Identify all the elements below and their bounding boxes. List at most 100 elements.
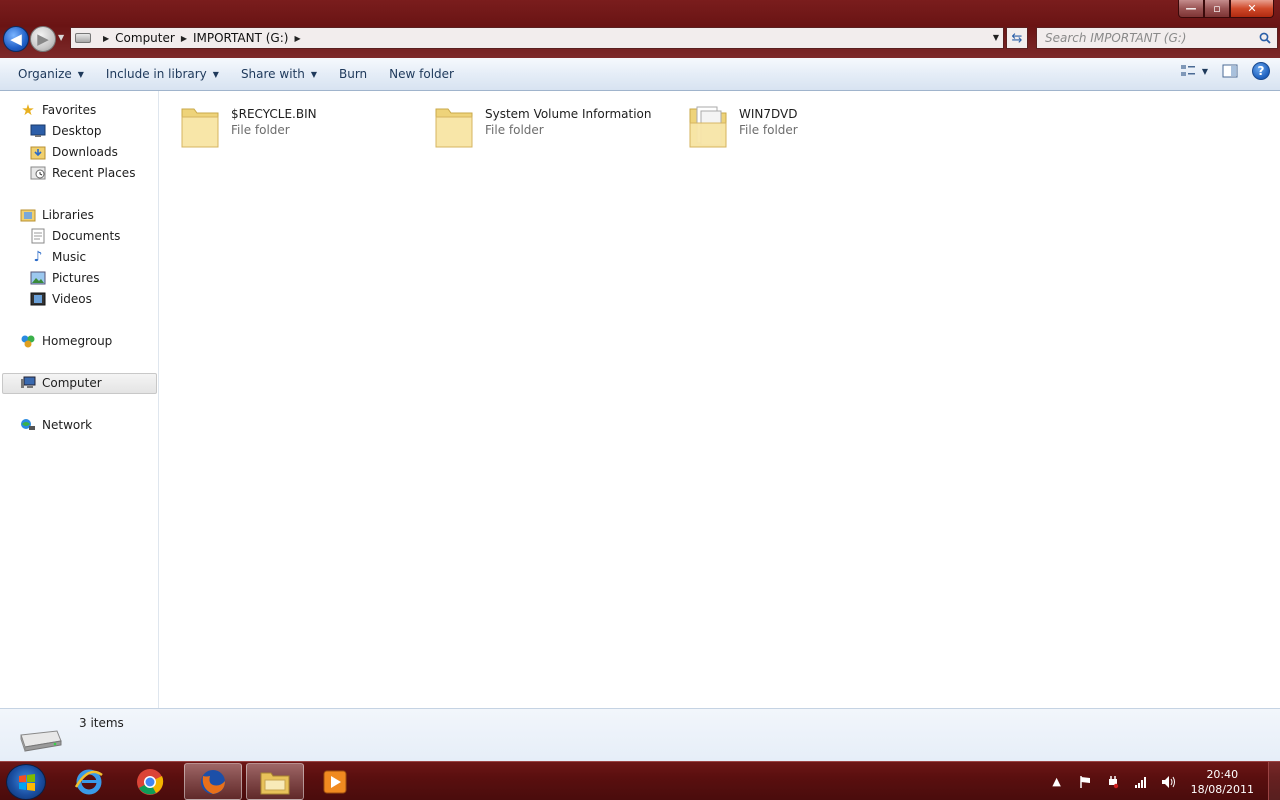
taskbar-chrome[interactable] [121,763,179,800]
command-bar: Organize ▼ Include in library ▼ Share with… [0,58,1280,91]
nav-music-label: Music [52,250,87,264]
nav-downloads-label: Downloads [52,145,118,159]
nav-desktop-label: Desktop [52,124,102,138]
burn-label: Burn [339,67,368,81]
file-item-win7dvd[interactable]: WIN7DVD File folder [687,98,798,152]
chevron-right-icon[interactable]: ▶ [181,34,187,43]
refresh-button[interactable]: ⇆ [1006,27,1028,49]
forward-button[interactable]: ▶ [30,26,56,52]
new-folder-label: New folder [389,67,454,81]
breadcrumb-drive[interactable]: IMPORTANT (G:) [193,31,288,45]
preview-pane-icon[interactable] [1222,64,1238,78]
new-folder-button[interactable]: New folder [381,61,462,87]
search-input[interactable] [1045,31,1245,45]
search-icon[interactable] [1259,32,1271,44]
back-button[interactable]: ◀ [3,26,29,52]
search-box[interactable] [1036,27,1278,49]
taskbar-media-player[interactable] [306,763,364,800]
help-icon[interactable]: ? [1252,62,1270,80]
share-with-button[interactable]: Share with ▼ [233,61,325,87]
system-tray: ▲ 20:40 18/08/2011 [1043,762,1280,800]
show-hidden-icons-icon[interactable]: ▲ [1049,774,1065,790]
desktop-icon [30,123,46,139]
nav-recent-places[interactable]: Recent Places [30,163,135,183]
nav-homegroup[interactable]: Homegroup [20,331,112,351]
windows-logo-icon [19,774,35,791]
view-controls: ▼ ? [1180,62,1270,80]
volume-icon[interactable] [1161,774,1177,790]
network-signal-icon[interactable] [1133,774,1149,790]
nav-videos[interactable]: Videos [30,289,92,309]
taskbar-internet-explorer[interactable] [60,763,118,800]
refresh-icon: ⇆ [1011,30,1023,46]
chevron-down-icon: ▼ [212,69,219,79]
clock-time: 20:40 [1206,767,1239,781]
file-name: System Volume Information [485,107,652,121]
include-in-library-label: Include in library [105,67,207,81]
music-icon: ♪ [33,249,43,265]
chevron-down-icon: ▼ [77,69,84,79]
nav-documents[interactable]: Documents [30,226,120,246]
start-button[interactable] [6,764,46,800]
window-controls: — ▫ ✕ [1178,0,1274,18]
file-item-recycle-bin[interactable]: $RECYCLE.BIN File folder [179,98,317,152]
taskbar: ▲ 20:40 18/08/2011 [0,761,1280,800]
file-type: File folder [231,123,290,137]
action-center-flag-icon[interactable] [1077,774,1093,790]
internet-explorer-icon [74,769,103,794]
folder-icon [181,108,219,148]
folder-with-documents-icon [689,106,727,148]
organize-label: Organize [18,67,72,81]
arrow-left-icon: ◀ [10,30,22,48]
recent-places-icon [30,165,46,181]
view-options-icon[interactable] [1180,64,1196,78]
libraries-icon [20,207,36,223]
chevron-down-icon: ▼ [310,69,317,79]
nav-libraries[interactable]: Libraries [20,205,94,225]
nav-favorites[interactable]: ★ Favorites [20,100,96,120]
nav-libraries-label: Libraries [42,208,94,222]
chevron-down-icon[interactable]: ▼ [993,33,999,42]
include-in-library-button[interactable]: Include in library ▼ [98,61,227,87]
close-button[interactable]: ✕ [1230,0,1274,18]
hard-drive-icon [20,730,62,752]
breadcrumb-computer[interactable]: Computer [115,31,175,45]
nav-music[interactable]: ♪ Music [30,247,87,267]
chevron-right-icon[interactable]: ▶ [294,34,300,43]
file-type: File folder [739,123,798,137]
recent-pages-dropdown[interactable]: ▼ [58,33,64,42]
file-type: File folder [485,123,544,137]
nav-computer[interactable]: Computer [20,373,102,393]
file-name: WIN7DVD [739,107,798,121]
nav-pictures[interactable]: Pictures [30,268,100,288]
chevron-right-icon[interactable]: ▶ [103,34,109,43]
share-with-label: Share with [240,67,305,81]
taskbar-firefox[interactable] [184,763,242,800]
address-bar[interactable]: ▶ Computer ▶ IMPORTANT (G:) ▶ ▼ [70,27,1004,49]
navigation-pane: ★ Favorites Desktop Downloads Recent Pla… [0,91,159,708]
show-desktop-button[interactable] [1268,762,1280,800]
power-plug-icon[interactable] [1105,774,1121,790]
nav-desktop[interactable]: Desktop [30,121,102,141]
nav-downloads[interactable]: Downloads [30,142,118,162]
media-player-icon [323,770,347,793]
clock[interactable]: 20:40 18/08/2011 [1191,767,1254,797]
computer-icon [20,375,36,391]
item-count: 3 items [79,716,124,730]
details-pane: 3 items [0,708,1280,761]
windows-explorer-icon [260,772,290,794]
nav-network[interactable]: Network [20,415,92,435]
organize-button[interactable]: Organize ▼ [10,61,92,87]
taskbar-windows-explorer[interactable] [246,763,304,800]
window-title-bar: — ▫ ✕ ◀ ▶ ▼ ▶ Computer ▶ IMPORTANT (G:) … [0,0,1280,58]
file-item-system-volume-information[interactable]: System Volume Information File folder [433,98,651,152]
minimize-button[interactable]: — [1178,0,1204,18]
burn-button[interactable]: Burn [331,61,375,87]
nav-pictures-label: Pictures [52,271,100,285]
firefox-icon [201,769,225,794]
folder-icon [435,108,473,148]
nav-computer-label: Computer [42,376,102,390]
nav-favorites-label: Favorites [42,103,97,117]
chevron-down-icon[interactable]: ▼ [1202,67,1208,76]
maximize-button[interactable]: ▫ [1204,0,1230,18]
